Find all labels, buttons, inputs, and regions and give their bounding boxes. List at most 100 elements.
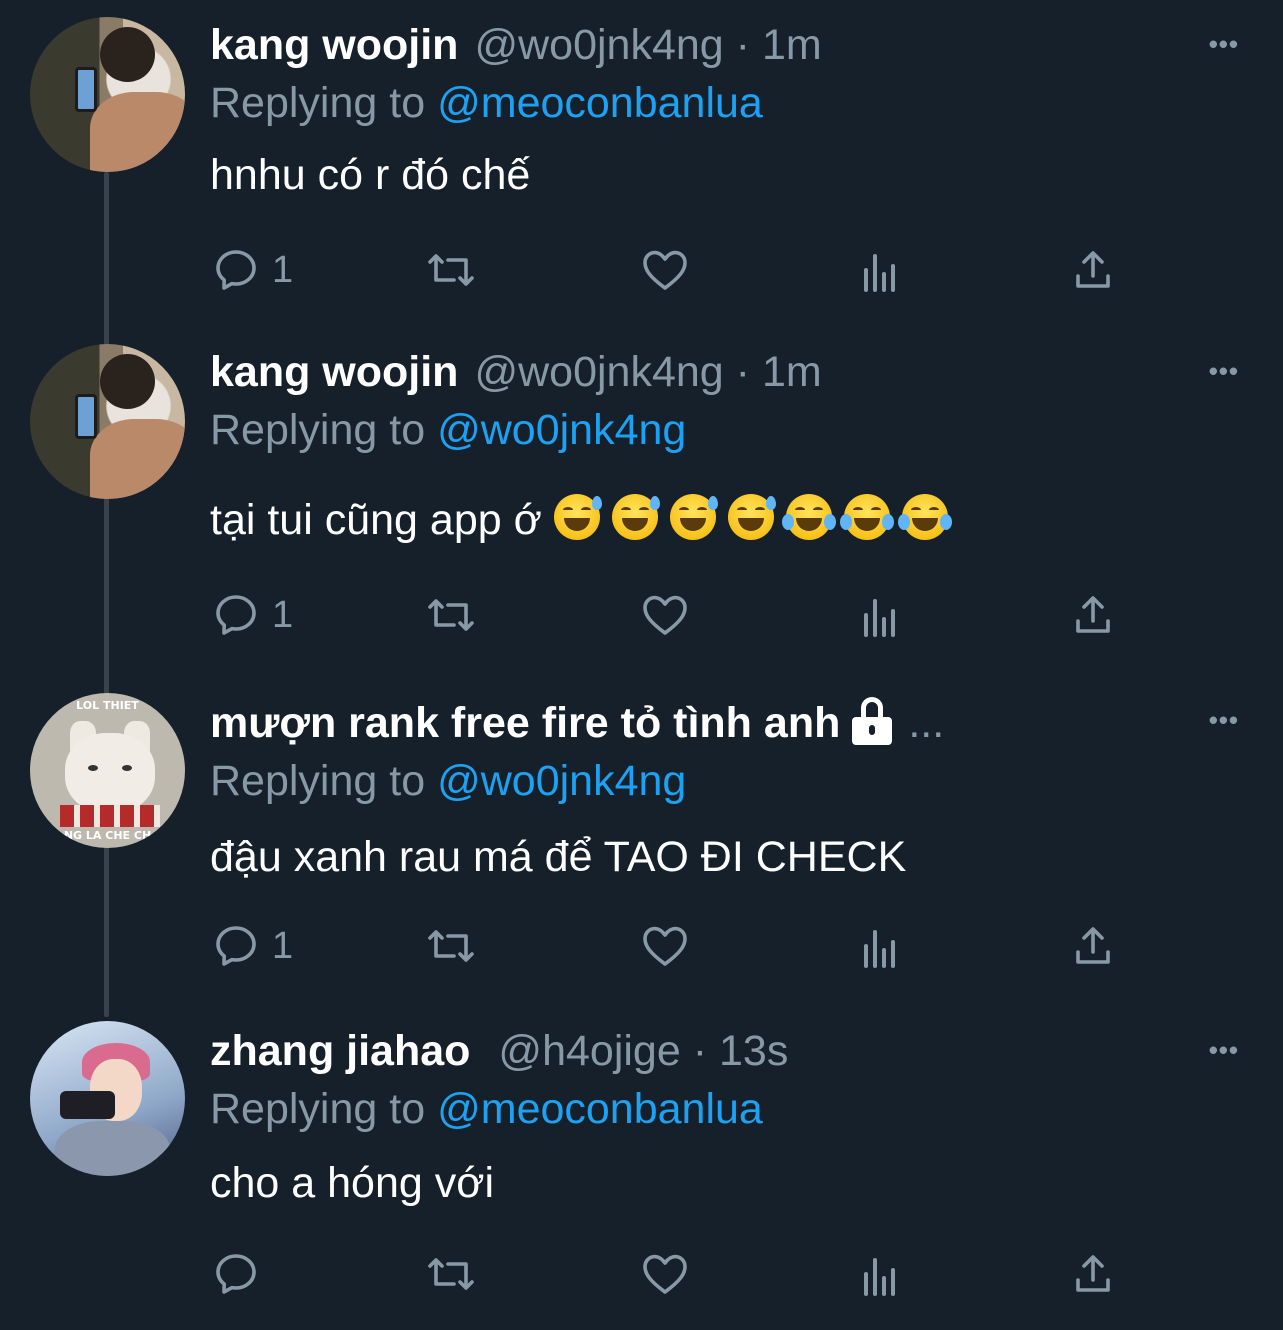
analytics-icon: [864, 599, 895, 637]
reply-button[interactable]: [212, 1250, 272, 1298]
username[interactable]: @wo0jnk4ng · 1m: [474, 345, 821, 399]
reply-button[interactable]: 1: [212, 246, 293, 294]
reply-icon: [216, 926, 256, 966]
avatar[interactable]: [30, 344, 185, 499]
reply-count: 1: [272, 924, 294, 967]
tweet-header: mượn rank free fire tỏ tình anh ...: [210, 696, 1283, 750]
analytics-button[interactable]: [858, 248, 902, 292]
display-name[interactable]: kang woojin: [210, 345, 458, 399]
reply-icon: [216, 595, 256, 635]
tweet-text: hnhu có r đó chế: [210, 151, 531, 199]
more-options-button[interactable]: •••: [1209, 31, 1239, 57]
lock-icon: [850, 697, 894, 745]
like-button[interactable]: [640, 1250, 690, 1298]
action-bar: [0, 1244, 1110, 1304]
replying-to: Replying to @wo0jnk4ng: [210, 757, 687, 805]
share-button[interactable]: [1070, 591, 1116, 639]
tweet-header: zhang jiahao @h4ojige · 13s: [210, 1024, 1283, 1078]
avatar-caption-top: LOL THIET: [76, 699, 139, 712]
grinning-sweat-emoji: [727, 494, 776, 540]
more-options-button[interactable]: •••: [1209, 1037, 1239, 1063]
truncation-ellipsis: ...: [908, 699, 945, 747]
share-icon: [1076, 596, 1110, 633]
tweet-header: kang woojin @wo0jnk4ng · 1m: [210, 18, 1283, 72]
analytics-icon: [864, 930, 895, 968]
analytics-button[interactable]: [858, 924, 902, 968]
action-bar: 1: [0, 916, 1110, 976]
tweet-text: đậu xanh rau má để TAO ĐI CHECK: [210, 833, 907, 881]
more-options-button[interactable]: •••: [1209, 358, 1239, 384]
avatar-camera-shape: [60, 1091, 115, 1119]
grinning-sweat-emoji: [611, 494, 660, 540]
analytics-icon: [864, 254, 895, 292]
timestamp: 13s: [719, 1027, 789, 1075]
retweet-button[interactable]: [424, 922, 478, 970]
analytics-button[interactable]: [858, 593, 902, 637]
analytics-button[interactable]: [858, 1252, 902, 1296]
tears-of-joy-emoji: [897, 494, 952, 540]
avatar[interactable]: [30, 1021, 185, 1176]
like-button[interactable]: [640, 591, 690, 639]
tweet-text: tại tui cũng app ớ: [210, 493, 1283, 547]
avatar-body-shape: [90, 419, 185, 499]
avatar[interactable]: [30, 17, 185, 172]
share-button[interactable]: [1070, 246, 1116, 294]
avatar-eye-shape: [88, 765, 98, 771]
reply-count: 1: [272, 593, 294, 636]
like-icon: [643, 595, 687, 635]
mention-link[interactable]: @wo0jnk4ng: [437, 757, 686, 805]
share-icon: [1076, 251, 1110, 288]
reply-count: 1: [272, 248, 294, 291]
avatar-phone-shape: [75, 67, 97, 112]
tears-of-joy-emoji: [781, 494, 836, 540]
avatar[interactable]: LOL THIET NG LA CHE CH: [30, 693, 185, 848]
action-bar: 1: [0, 240, 1110, 300]
retweet-icon: [428, 1258, 474, 1290]
like-icon: [643, 926, 687, 966]
mention-link[interactable]: @wo0jnk4ng: [437, 406, 686, 454]
retweet-icon: [428, 930, 474, 962]
retweet-button[interactable]: [424, 591, 478, 639]
share-button[interactable]: [1070, 1250, 1116, 1298]
avatar-eye-shape: [122, 765, 132, 771]
like-button[interactable]: [640, 922, 690, 970]
timestamp: 1m: [761, 348, 822, 396]
grinning-sweat-emoji: [553, 494, 602, 540]
reply-icon: [216, 250, 256, 290]
replying-to: Replying to @wo0jnk4ng: [210, 406, 687, 454]
like-icon: [643, 1254, 687, 1294]
avatar-head-shape: [65, 733, 155, 813]
avatar-caption-bottom: NG LA CHE CH: [63, 829, 152, 842]
more-options-button[interactable]: •••: [1209, 707, 1239, 733]
reply-button[interactable]: 1: [212, 591, 293, 639]
avatar-hair-shape: [100, 354, 155, 409]
analytics-icon: [864, 1258, 895, 1296]
username[interactable]: @wo0jnk4ng · 1m: [474, 18, 821, 72]
retweet-icon: [428, 599, 474, 631]
tweet-header: kang woojin @wo0jnk4ng · 1m: [210, 345, 1283, 399]
mention-link[interactable]: @meoconbanlua: [437, 1085, 763, 1133]
retweet-icon: [428, 254, 474, 286]
tweet-text-body: tại tui cũng app ớ: [210, 496, 542, 544]
display-name[interactable]: kang woojin: [210, 18, 458, 72]
username[interactable]: @h4ojige · 13s: [498, 1024, 788, 1078]
retweet-button[interactable]: [424, 246, 478, 294]
avatar-body-shape: [90, 92, 185, 172]
grinning-sweat-emoji: [669, 494, 718, 540]
reply-icon: [216, 1254, 256, 1294]
avatar-suit-shape: [55, 1121, 170, 1176]
mention-link[interactable]: @meoconbanlua: [437, 79, 763, 127]
display-name[interactable]: zhang jiahao: [210, 1024, 470, 1078]
timestamp: 1m: [761, 21, 822, 69]
tears-of-joy-emoji: [839, 494, 894, 540]
share-icon: [1076, 1255, 1110, 1292]
share-icon: [1076, 927, 1110, 964]
reply-button[interactable]: 1: [212, 922, 293, 970]
like-button[interactable]: [640, 246, 690, 294]
like-icon: [643, 250, 687, 290]
avatar-phone-shape: [75, 394, 97, 439]
share-button[interactable]: [1070, 922, 1116, 970]
display-name[interactable]: mượn rank free fire tỏ tình anh: [210, 696, 840, 750]
retweet-button[interactable]: [424, 1250, 478, 1298]
replying-to: Replying to @meoconbanlua: [210, 79, 763, 127]
